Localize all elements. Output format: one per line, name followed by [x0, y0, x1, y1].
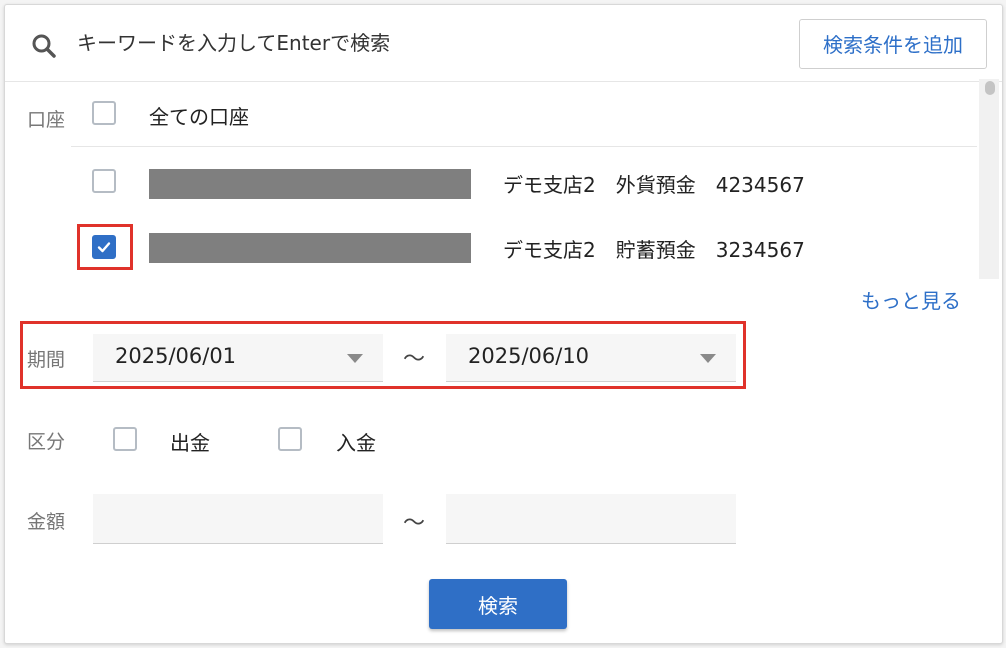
withdrawal-label: 出金: [170, 431, 210, 455]
keyword-search-bar[interactable]: キーワードを入力してEnterで検索 検索条件を追加: [5, 5, 1002, 82]
amount-from-input[interactable]: [93, 494, 383, 544]
account-checkbox-1[interactable]: [92, 169, 116, 193]
search-input[interactable]: キーワードを入力してEnterで検索: [77, 29, 390, 57]
period-separator: 〜: [403, 347, 426, 372]
search-icon: [32, 34, 56, 58]
amount-label: 金額: [27, 511, 66, 533]
withdrawal-checkbox[interactable]: [113, 427, 137, 451]
period-from-select[interactable]: 2025/06/01: [93, 334, 383, 382]
scrollbar-thumb[interactable]: [985, 81, 995, 95]
chevron-down-icon: [347, 354, 363, 363]
chevron-down-icon: [700, 354, 716, 363]
account-name-2: デモ支店2 貯蓄預金 3234567: [503, 238, 805, 262]
all-accounts-checkbox[interactable]: [92, 101, 116, 125]
search-button[interactable]: 検索: [429, 579, 567, 629]
period-to-value: 2025/06/10: [468, 344, 590, 368]
divider: [71, 146, 977, 147]
period-label: 期間: [27, 349, 66, 371]
category-label: 区分: [27, 431, 66, 453]
account-name-1: デモ支店2 外貨預金 4234567: [503, 173, 805, 197]
deposit-checkbox[interactable]: [278, 427, 302, 451]
amount-separator: 〜: [403, 511, 426, 536]
search-filter-panel: キーワードを入力してEnterで検索 検索条件を追加 口座 全ての口座 デモ支店…: [4, 4, 1003, 644]
all-accounts-label: 全ての口座: [149, 105, 249, 129]
account-checkbox-2[interactable]: [92, 235, 116, 259]
account-list-scrollbar[interactable]: [979, 79, 999, 279]
add-condition-button[interactable]: 検索条件を追加: [799, 19, 987, 69]
redacted-account-name-2: [149, 233, 471, 263]
show-more-link[interactable]: もっと見る: [861, 285, 961, 314]
period-from-value: 2025/06/01: [115, 344, 237, 368]
account-label: 口座: [27, 109, 66, 131]
check-icon: [97, 242, 111, 253]
deposit-label: 入金: [336, 431, 376, 455]
period-to-select[interactable]: 2025/06/10: [446, 334, 736, 382]
redacted-account-name-1: [149, 169, 471, 199]
amount-to-input[interactable]: [446, 494, 736, 544]
